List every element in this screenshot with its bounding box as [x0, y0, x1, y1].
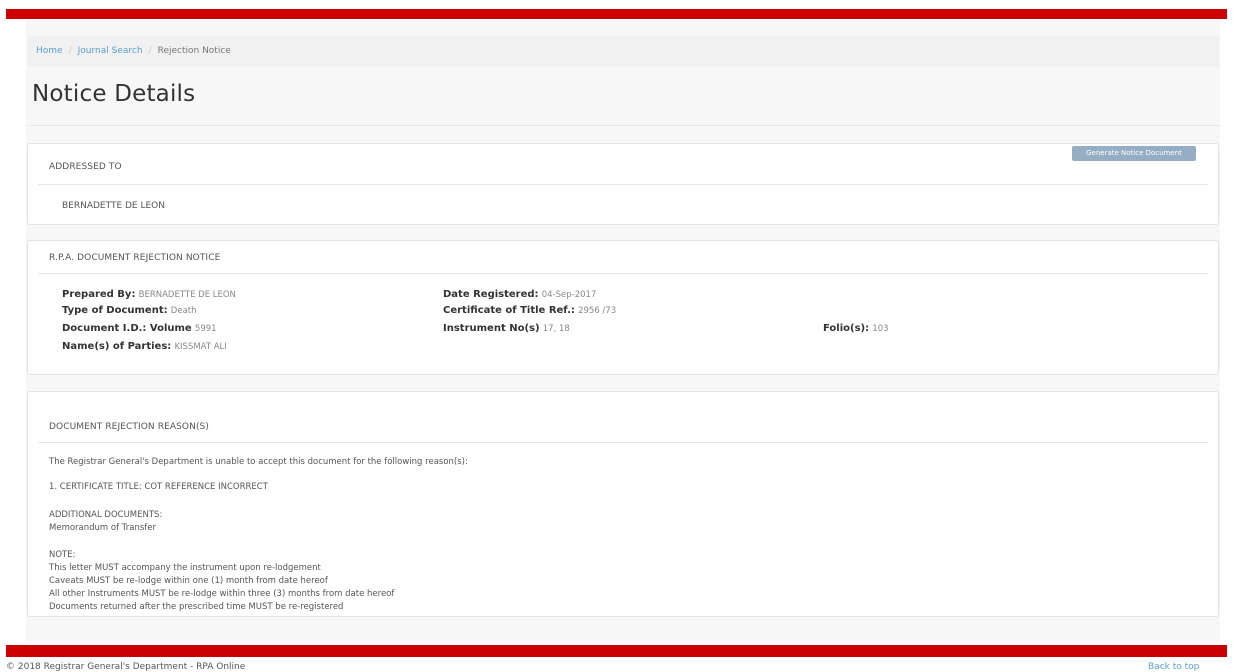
breadcrumb-separator: /	[68, 46, 72, 56]
date-registered-label: Date Registered:	[443, 289, 539, 300]
panel-divider	[38, 273, 1208, 274]
breadcrumb: Home / Journal Search / Rejection Notice	[27, 36, 1219, 67]
panel-divider	[38, 442, 1208, 443]
top-brand-bar	[6, 9, 1227, 19]
certificate-ref-value: 2956 /73	[578, 306, 617, 316]
addressee-name: BERNADETTE DE LEON	[62, 201, 165, 211]
document-id-field: Document I.D.: Volume 5991	[62, 323, 217, 334]
certificate-ref-field: Certificate of Title Ref.: 2956 /73	[443, 305, 616, 316]
note-heading: NOTE:	[49, 550, 76, 560]
rejection-reasons-panel: DOCUMENT REJECTION REASON(S) The Registr…	[27, 391, 1219, 617]
rejection-notice-panel: R.P.A. DOCUMENT REJECTION NOTICE Prepare…	[27, 240, 1219, 375]
type-of-document-value: Death	[170, 306, 197, 316]
additional-document-item: Memorandum of Transfer	[49, 523, 156, 533]
page-title: Notice Details	[32, 81, 196, 107]
breadcrumb-home-link[interactable]: Home	[36, 46, 63, 56]
certificate-ref-label: Certificate of Title Ref.:	[443, 305, 575, 316]
instrument-nos-value: 17, 18	[542, 324, 570, 334]
rejection-reasons-heading: DOCUMENT REJECTION REASON(S)	[49, 422, 209, 432]
note-line: All other Instruments MUST be re-lodge w…	[49, 589, 395, 599]
main-content: Home / Journal Search / Rejection Notice Not…	[26, 20, 1220, 642]
parties-field: Name(s) of Parties: KISSMAT ALI	[62, 341, 227, 352]
additional-documents-heading: ADDITIONAL DOCUMENTS:	[49, 510, 163, 520]
prepared-by-label: Prepared By:	[62, 289, 136, 300]
rejection-notice-heading: R.P.A. DOCUMENT REJECTION NOTICE	[49, 253, 221, 263]
rejection-intro: The Registrar General's Department is un…	[49, 457, 468, 467]
note-line: Documents returned after the prescribed …	[49, 602, 344, 612]
type-of-document-field: Type of Document: Death	[62, 305, 197, 316]
breadcrumb-journal-search-link[interactable]: Journal Search	[78, 46, 143, 56]
panel-divider	[38, 184, 1208, 185]
breadcrumb-current: Rejection Notice	[157, 46, 231, 56]
instrument-nos-field: Instrument No(s) 17, 18	[443, 323, 570, 334]
note-line: This letter MUST accompany the instrumen…	[49, 563, 321, 573]
addressed-to-panel: ADDRESSED TO BERNADETTE DE LEON	[27, 143, 1219, 225]
type-of-document-label: Type of Document:	[62, 305, 168, 316]
bottom-brand-bar	[6, 645, 1227, 657]
breadcrumb-separator: /	[148, 46, 152, 56]
prepared-by-value: BERNADETTE DE LEON	[138, 290, 236, 300]
title-divider	[26, 125, 1220, 126]
date-registered-value: 04-Sep-2017	[541, 290, 597, 300]
folios-label: Folio(s):	[823, 323, 870, 334]
prepared-by-field: Prepared By: BERNADETTE DE LEON	[62, 289, 236, 300]
instrument-nos-label: Instrument No(s)	[443, 323, 540, 334]
parties-value: KISSMAT ALI	[174, 342, 227, 352]
note-line: Caveats MUST be re-lodge within one (1) …	[49, 576, 328, 586]
generate-notice-document-button[interactable]: Generate Notice Document	[1072, 146, 1196, 161]
folios-value: 103	[872, 324, 889, 334]
date-registered-field: Date Registered: 04-Sep-2017	[443, 289, 596, 300]
folios-field: Folio(s): 103	[823, 323, 889, 334]
document-id-value: 5991	[194, 324, 217, 334]
document-id-label: Document I.D.: Volume	[62, 323, 192, 334]
addressed-to-heading: ADDRESSED TO	[49, 162, 122, 172]
parties-label: Name(s) of Parties:	[62, 341, 172, 352]
reason-item: 1. CERTIFICATE TITLE: COT REFERENCE INCO…	[49, 482, 268, 492]
